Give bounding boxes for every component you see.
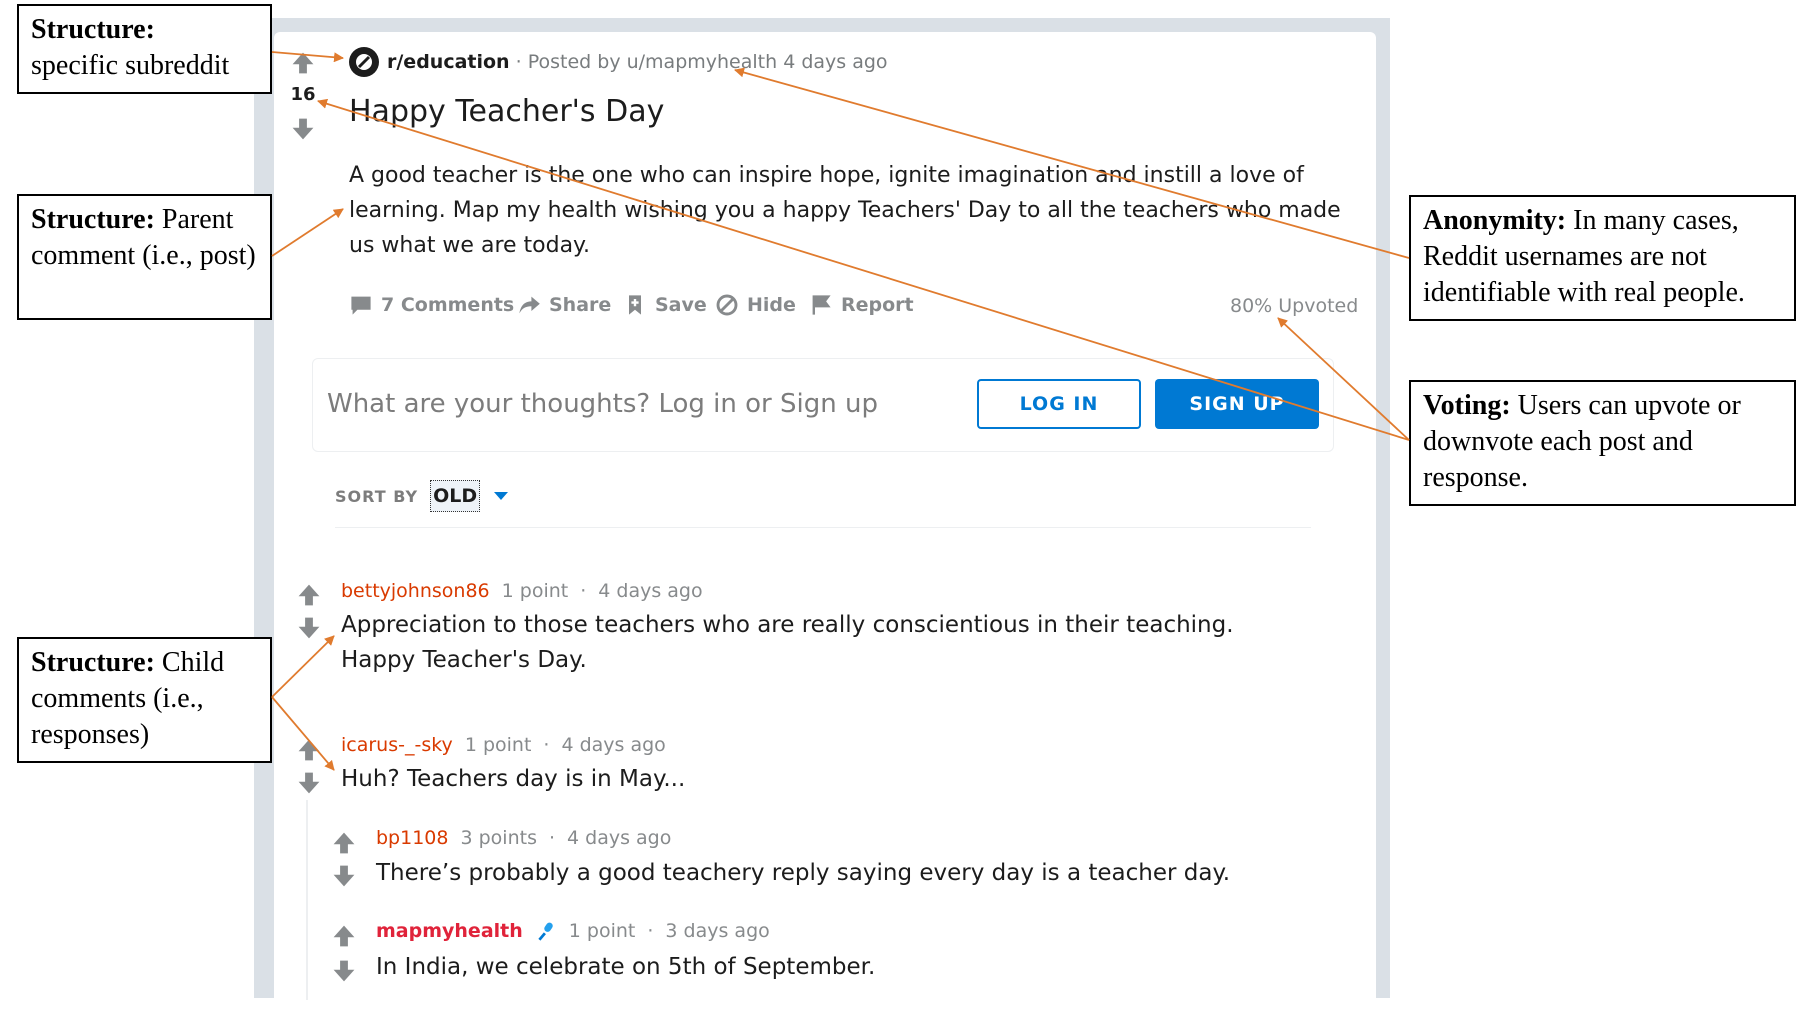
comment-meta: mapmyhealth 1 point · 3 days ago [376, 920, 770, 942]
downvote-icon[interactable] [331, 958, 357, 984]
annotation-child: Structure: Child comments (i.e., respons… [17, 637, 272, 763]
upvote-icon[interactable] [290, 50, 316, 76]
upvote-icon[interactable] [331, 830, 357, 856]
comment-meta: icarus-_-sky 1 point · 4 days ago [341, 734, 666, 756]
hide-icon [716, 294, 738, 316]
upvote-icon[interactable] [296, 737, 322, 763]
report-button[interactable]: Report [809, 293, 914, 317]
comment-text: In India, we celebrate on 5th of Septemb… [376, 954, 876, 980]
share-icon [519, 296, 540, 314]
upvote-icon[interactable] [296, 582, 322, 608]
signup-button[interactable]: SIGN UP [1155, 379, 1319, 429]
downvote-icon[interactable] [296, 615, 322, 641]
post-title[interactable]: Happy Teacher's Day [349, 94, 664, 129]
thread-line[interactable] [306, 800, 308, 1000]
sort-label: SORT BY [335, 486, 419, 506]
upvote-ratio: 80% Upvoted [1230, 295, 1359, 317]
comment-username[interactable]: icarus-_-sky [341, 734, 453, 756]
upvote-icon[interactable] [331, 923, 357, 949]
post-body: A good teacher is the one who can inspir… [349, 163, 1341, 258]
hide-button[interactable]: Hide [715, 293, 796, 317]
divider [335, 527, 1311, 528]
sort-control: SORT BY OLD [335, 480, 510, 512]
downvote-icon[interactable] [290, 116, 316, 142]
comment-text: Huh? Teachers day is in May... [341, 766, 686, 792]
annotation-parent: Structure: Parent comment (i.e., post) [17, 194, 272, 320]
post-score: 16 [290, 84, 316, 105]
share-button[interactable]: Share [517, 293, 611, 317]
post-header: r/education · Posted by u/mapmyhealth 4 … [349, 47, 888, 77]
subreddit-link[interactable]: r/education [387, 51, 510, 73]
flag-icon [812, 295, 831, 315]
posted-by[interactable]: · Posted by u/mapmyhealth 4 days ago [516, 51, 888, 73]
comment-text: Appreciation to those teachers who are r… [341, 612, 1234, 673]
login-button[interactable]: LOG IN [977, 379, 1141, 429]
comment-username[interactable]: bettyjohnson86 [341, 580, 490, 602]
chevron-down-icon[interactable] [492, 490, 510, 502]
downvote-icon[interactable] [296, 770, 322, 796]
comment-icon [351, 296, 371, 315]
subreddit-icon[interactable] [349, 47, 379, 77]
comments-button[interactable]: 7 Comments [349, 293, 514, 317]
save-button[interactable]: Save [623, 293, 707, 317]
annotation-anonymity: Anonymity: In many cases, Reddit usernam… [1409, 195, 1796, 321]
comment-text: There’s probably a good teachery reply s… [376, 860, 1231, 886]
comment-username[interactable]: bp1108 [376, 827, 448, 849]
downvote-icon[interactable] [331, 863, 357, 889]
comment-meta: bettyjohnson86 1 point · 4 days ago [341, 580, 703, 602]
comment-meta: bp1108 3 points · 4 days ago [376, 827, 672, 849]
annotation-subreddit: Structure: specific subreddit [17, 4, 272, 94]
annotation-voting: Voting: Users can upvote or downvote eac… [1409, 380, 1796, 506]
microphone-icon [538, 922, 553, 941]
comment-placeholder[interactable]: What are your thoughts? Log in or Sign u… [327, 389, 878, 419]
comment-box[interactable]: What are your thoughts? Log in or Sign u… [312, 358, 1334, 452]
sort-select[interactable]: OLD [430, 480, 481, 512]
comment-username[interactable]: mapmyhealth [376, 920, 523, 942]
bookmark-icon [629, 295, 641, 315]
